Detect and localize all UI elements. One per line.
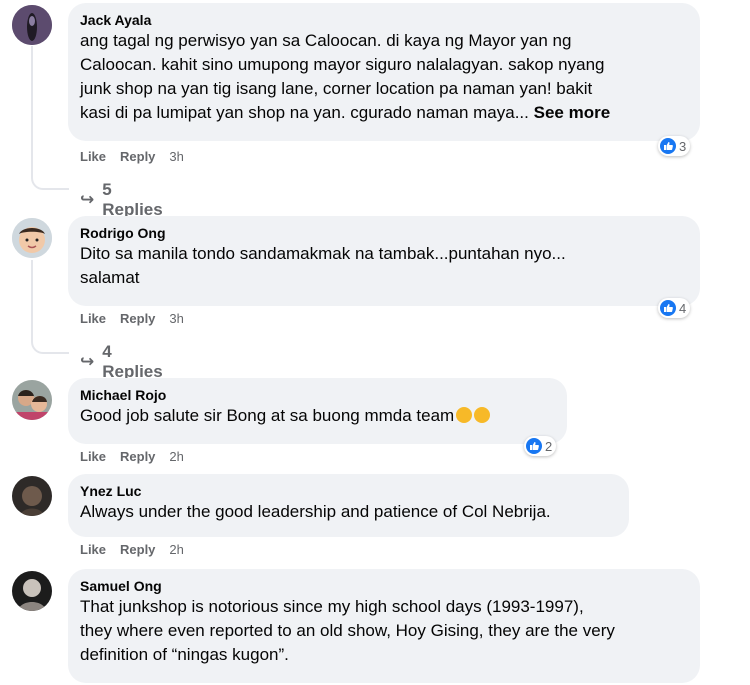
comment-author[interactable]: Michael Rojo xyxy=(80,386,555,404)
comment-author[interactable]: Samuel Ong xyxy=(80,577,688,595)
like-reaction-icon xyxy=(526,438,542,454)
comment-line: ang tagal ng perwisyo yan sa Caloocan. d… xyxy=(80,31,572,50)
avatar[interactable] xyxy=(12,380,52,420)
replies-count: 4 Replies xyxy=(102,342,163,381)
comment-text: That junkshop is notorious since my high… xyxy=(80,595,688,667)
comment-actions: Like Reply 2h xyxy=(80,542,184,557)
comment-line: kasi di pa lumipat yan shop na yan. cgur… xyxy=(80,103,529,122)
timestamp[interactable]: 2h xyxy=(169,449,183,464)
avatar[interactable] xyxy=(12,218,52,258)
thread-line xyxy=(31,46,69,190)
timestamp[interactable]: 3h xyxy=(169,311,183,326)
clap-emoji-icon xyxy=(474,407,491,423)
reply-button[interactable]: Reply xyxy=(120,311,155,326)
thumbs-up-emoji-icon xyxy=(456,407,473,423)
comment-line: salamat xyxy=(80,268,140,287)
reaction-count[interactable]: 3 xyxy=(658,136,691,156)
comment-text: Always under the good leadership and pat… xyxy=(80,500,617,524)
reply-button[interactable]: Reply xyxy=(120,149,155,164)
see-more-link[interactable]: See more xyxy=(534,103,611,122)
timestamp[interactable]: 2h xyxy=(169,542,183,557)
comment-text: Dito sa manila tondo sandamakmak na tamb… xyxy=(80,242,688,290)
view-replies-button[interactable]: ↪ 5 Replies xyxy=(80,180,163,220)
reply-button[interactable]: Reply xyxy=(120,449,155,464)
comment-bubble: Samuel Ong That junkshop is notorious si… xyxy=(68,569,700,683)
reaction-number: 2 xyxy=(545,438,553,454)
avatar[interactable] xyxy=(12,476,52,516)
comment-bubble: Jack Ayala ang tagal ng perwisyo yan sa … xyxy=(68,3,700,141)
comment-line: Caloocan. kahit sino umupong mayor sigur… xyxy=(80,55,605,74)
comment-line: definition of “ningas kugon”. xyxy=(80,645,289,664)
comment-actions: Like Reply 3h xyxy=(80,149,184,164)
replies-count: 5 Replies xyxy=(102,180,163,219)
comment-text: ang tagal ng perwisyo yan sa Caloocan. d… xyxy=(80,29,688,125)
comment-author[interactable]: Rodrigo Ong xyxy=(80,224,688,242)
comment-line: junk shop na yan tig isang lane, corner … xyxy=(80,79,593,98)
like-button[interactable]: Like xyxy=(80,311,106,326)
like-button[interactable]: Like xyxy=(80,149,106,164)
comment-text: Good job salute sir Bong at sa buong mmd… xyxy=(80,404,555,428)
reaction-count[interactable]: 4 xyxy=(658,298,691,318)
reaction-number: 4 xyxy=(679,300,687,316)
comment-author[interactable]: Jack Ayala xyxy=(80,11,688,29)
comment-line: Good job salute sir Bong at sa buong mmd… xyxy=(80,406,455,425)
reply-arrow-icon: ↪ xyxy=(80,352,95,371)
avatar[interactable] xyxy=(12,5,52,45)
comment-bubble: Rodrigo Ong Dito sa manila tondo sandama… xyxy=(68,216,700,306)
comment-bubble: Ynez Luc Always under the good leadershi… xyxy=(68,474,629,537)
timestamp[interactable]: 3h xyxy=(169,149,183,164)
thread-line xyxy=(31,260,69,354)
reaction-count[interactable]: 2 xyxy=(524,436,557,456)
like-reaction-icon xyxy=(660,138,676,154)
like-reaction-icon xyxy=(660,300,676,316)
comment-line: Dito sa manila tondo sandamakmak na tamb… xyxy=(80,244,566,263)
comment-actions: Like Reply 3h xyxy=(80,311,184,326)
like-button[interactable]: Like xyxy=(80,449,106,464)
comment-actions: Like Reply 2h xyxy=(80,449,184,464)
reply-arrow-icon: ↪ xyxy=(80,190,95,209)
reaction-number: 3 xyxy=(679,138,687,154)
like-button[interactable]: Like xyxy=(80,542,106,557)
comment-line: Always under the good leadership and pat… xyxy=(80,502,551,521)
avatar[interactable] xyxy=(12,571,52,611)
comment-line: they where even reported to an old show,… xyxy=(80,621,615,640)
comment-line: That junkshop is notorious since my high… xyxy=(80,597,584,616)
comment-author[interactable]: Ynez Luc xyxy=(80,482,617,500)
view-replies-button[interactable]: ↪ 4 Replies xyxy=(80,342,163,382)
reply-button[interactable]: Reply xyxy=(120,542,155,557)
comment-bubble: Michael Rojo Good job salute sir Bong at… xyxy=(68,378,567,444)
